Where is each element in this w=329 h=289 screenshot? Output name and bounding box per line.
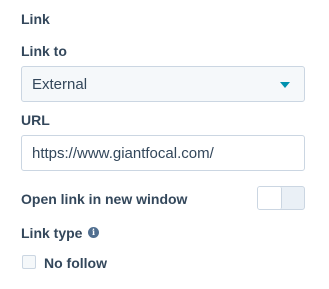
section-title: Link — [21, 11, 50, 27]
url-label: URL — [21, 112, 50, 128]
link-to-select[interactable]: External — [21, 66, 305, 102]
no-follow-checkbox[interactable] — [22, 255, 36, 269]
link-type-label: Link type — [21, 225, 83, 241]
caret-down-icon — [280, 82, 290, 88]
info-icon[interactable]: i — [88, 227, 99, 238]
open-new-window-toggle[interactable] — [257, 186, 305, 210]
toggle-knob — [258, 187, 282, 209]
link-to-selected-value: External — [32, 76, 88, 93]
open-new-window-label: Open link in new window — [21, 191, 188, 207]
url-input[interactable] — [21, 135, 305, 171]
link-to-label: Link to — [21, 43, 67, 59]
link-settings-panel: Link Link to External URL Open link in n… — [0, 0, 329, 289]
no-follow-label: No follow — [44, 255, 107, 271]
